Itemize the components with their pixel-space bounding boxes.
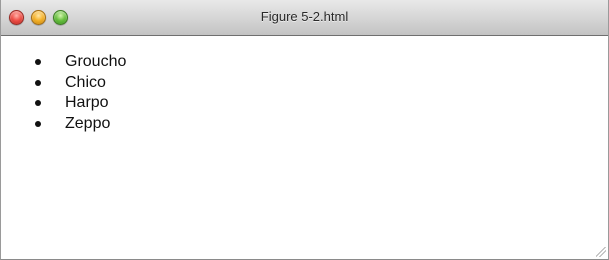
page-content: Groucho Chico Harpo Zeppo [1,36,608,259]
browser-window: Figure 5-2.html Groucho Chico Harpo Zepp… [0,0,609,260]
list-item: Chico [35,73,126,94]
list-item: Groucho [35,52,126,73]
resize-grip[interactable] [596,247,606,257]
window-titlebar[interactable]: Figure 5-2.html [1,0,608,36]
names-list: Groucho Chico Harpo Zeppo [35,52,126,134]
list-item: Zeppo [35,114,126,135]
list-item: Harpo [35,93,126,114]
window-title: Figure 5-2.html [260,9,349,24]
